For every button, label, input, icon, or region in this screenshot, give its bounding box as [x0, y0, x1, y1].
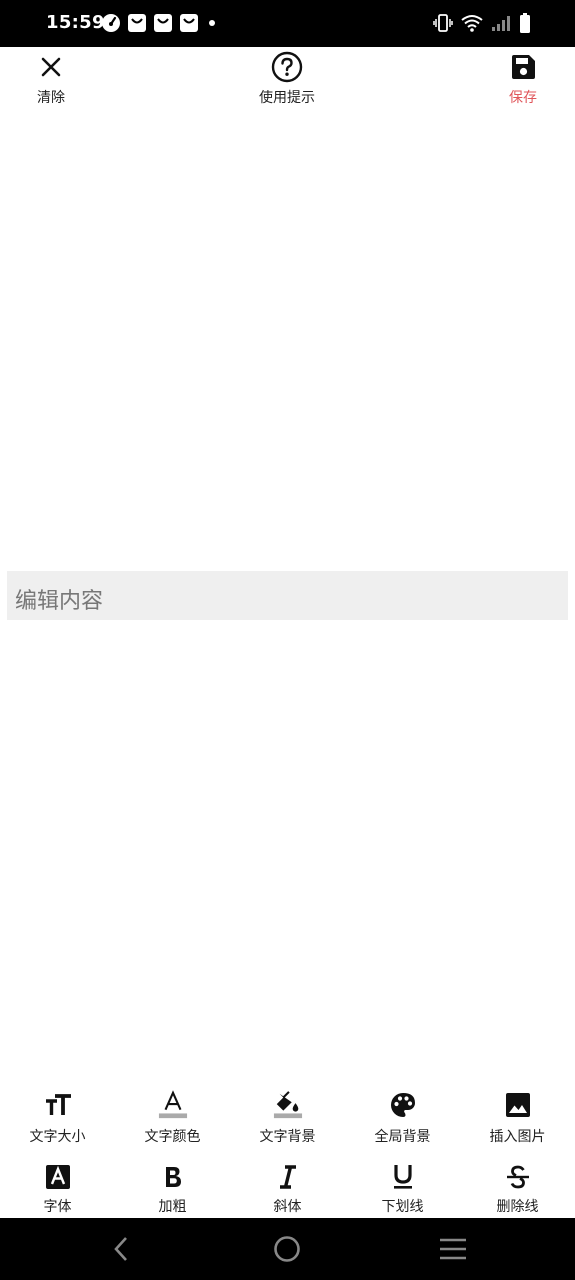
text-background-icon	[273, 1090, 303, 1120]
battery-icon	[520, 13, 530, 33]
font-icon	[43, 1162, 73, 1192]
bold-button[interactable]: 加粗	[115, 1162, 230, 1216]
save-label: 保存	[509, 90, 537, 106]
text-color-label: 文字颜色	[144, 1129, 201, 1145]
save-icon	[507, 51, 539, 83]
notification-icons	[101, 13, 215, 33]
navigation-bar	[0, 1218, 575, 1280]
save-button[interactable]: 保存	[478, 51, 568, 109]
menu-button[interactable]	[433, 1232, 473, 1266]
format-toolbar-row-2: 字体 加粗 斜体 下划线 删除线	[0, 1162, 575, 1218]
menu-icon	[440, 1238, 466, 1260]
insert-image-button[interactable]: 插入图片	[460, 1090, 575, 1146]
home-button[interactable]	[267, 1232, 307, 1266]
global-background-label: 全局背景	[374, 1129, 431, 1145]
vibrate-icon	[433, 14, 453, 32]
image-icon	[503, 1090, 533, 1120]
underline-icon	[388, 1162, 418, 1192]
text-background-label: 文字背景	[259, 1129, 316, 1145]
strikethrough-label: 删除线	[496, 1199, 539, 1215]
help-button[interactable]: 使用提示	[242, 51, 332, 109]
text-color-icon	[158, 1090, 188, 1120]
format-toolbar-row-1: 文字大小 文字颜色 文字背景 全局背景 插入图片	[0, 1090, 575, 1156]
help-label: 使用提示	[259, 90, 315, 106]
font-label: 字体	[43, 1199, 72, 1215]
back-icon	[114, 1237, 127, 1261]
system-icons	[433, 13, 531, 33]
content-editor[interactable]: 编辑内容	[7, 571, 568, 620]
status-time: 15:59	[46, 12, 105, 33]
status-bar: 15:59	[0, 0, 575, 47]
text-size-label: 文字大小	[29, 1129, 86, 1145]
home-icon	[274, 1236, 300, 1262]
italic-button[interactable]: 斜体	[230, 1162, 345, 1216]
dot-icon	[209, 20, 215, 26]
shopping-bag-icon	[180, 14, 198, 32]
insert-image-label: 插入图片	[489, 1129, 546, 1145]
bold-icon	[158, 1162, 188, 1192]
strikethrough-icon	[503, 1162, 533, 1192]
signal-icon	[492, 16, 510, 31]
shopping-bag-icon	[154, 14, 172, 32]
clear-label: 清除	[37, 90, 65, 106]
back-button[interactable]	[101, 1232, 141, 1266]
palette-icon	[388, 1090, 418, 1120]
text-color-button[interactable]: 文字颜色	[115, 1090, 230, 1146]
underline-button[interactable]: 下划线	[345, 1162, 460, 1216]
underline-label: 下划线	[381, 1199, 424, 1215]
global-background-button[interactable]: 全局背景	[345, 1090, 460, 1146]
text-size-button[interactable]: 文字大小	[0, 1090, 115, 1146]
italic-label: 斜体	[273, 1199, 302, 1215]
strikethrough-button[interactable]: 删除线	[460, 1162, 575, 1216]
help-icon	[271, 51, 303, 83]
editor-placeholder: 编辑内容	[15, 589, 104, 614]
font-button[interactable]: 字体	[0, 1162, 115, 1216]
speedometer-icon	[102, 14, 120, 32]
shopping-bag-icon	[128, 14, 146, 32]
close-icon	[35, 51, 67, 83]
text-size-icon	[43, 1090, 73, 1120]
clear-button[interactable]: 清除	[6, 51, 96, 109]
bold-label: 加粗	[158, 1199, 187, 1215]
top-toolbar: 清除 使用提示 保存	[0, 47, 575, 111]
text-background-button[interactable]: 文字背景	[230, 1090, 345, 1146]
wifi-icon	[461, 15, 483, 32]
italic-icon	[273, 1162, 303, 1192]
